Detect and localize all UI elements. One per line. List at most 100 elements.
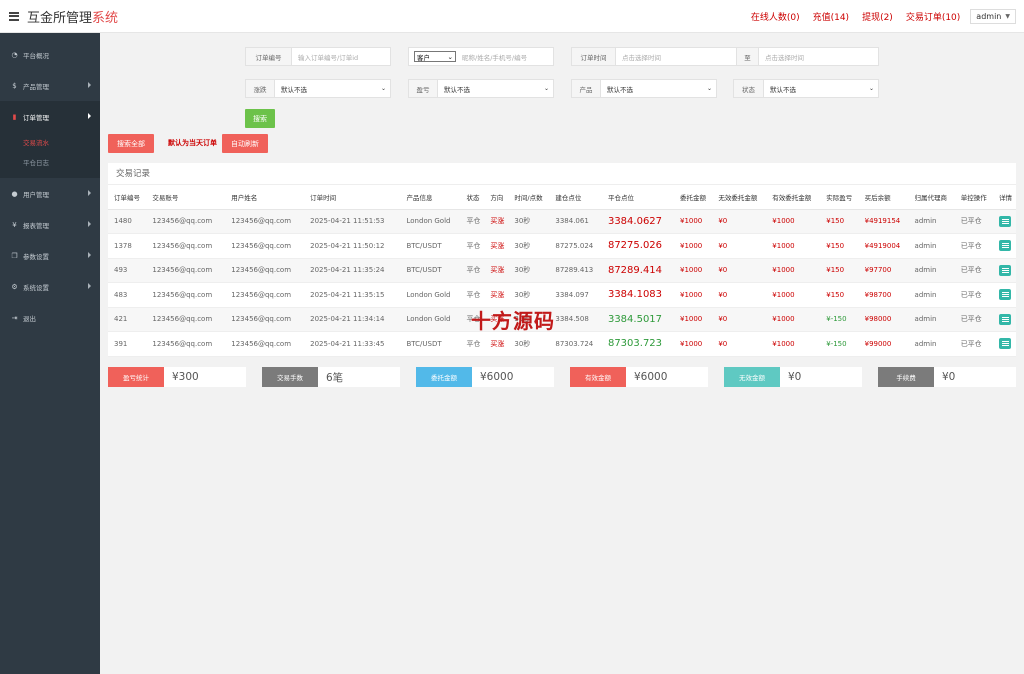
rise-fall-label: 涨跌	[246, 80, 275, 97]
cell-id: 421	[108, 307, 147, 332]
cell-invalid: ¥0	[712, 233, 767, 259]
detail-list-icon[interactable]	[999, 264, 1012, 276]
cell-detail	[993, 209, 1016, 234]
dollar-icon: $	[12, 81, 17, 90]
stat-fee: 手续费 ¥0	[878, 367, 1016, 387]
chevron-down-icon: ⌄	[868, 85, 874, 92]
cell-valid: ¥1000	[766, 282, 821, 308]
cell-open: 87289.413	[549, 258, 602, 283]
top-header: 互金所管理系统 在线人数(0) 充值(14) 提现(2) 交易订单(10) ad…	[0, 0, 1024, 33]
chevron-down-icon: ⌄	[447, 52, 453, 61]
order-time-start-input[interactable]: 点击选择时间	[616, 48, 736, 65]
sidebar-item-label: 用户管理	[23, 190, 49, 199]
stat-invalid-amount: 无效金额 ¥0	[724, 367, 862, 387]
rise-fall-select[interactable]: 默认不选 ⌄	[275, 80, 390, 97]
cell-close: 3384.0627	[601, 209, 674, 234]
withdraw-link[interactable]: 提现(2)	[862, 10, 893, 23]
profit-select[interactable]: 默认不选 ⌄	[438, 80, 553, 97]
detail-list-icon[interactable]	[999, 338, 1012, 350]
cell-valid: ¥1000	[766, 233, 821, 259]
table-row: 421 123456@qq.com 123456@qq.com 2025-04-21 …	[108, 307, 1016, 332]
yen-icon: ¥	[12, 220, 17, 229]
admin-dropdown[interactable]: admin ▼	[970, 9, 1016, 24]
cell-name: 123456@qq.com	[225, 282, 305, 308]
col-invalid-amount: 无效委托金额	[712, 185, 767, 210]
sidebar-item-users[interactable]: ● 用户管理	[0, 178, 100, 209]
sidebar-item-logout[interactable]: ⇥ 退出	[0, 302, 100, 333]
order-icon: ▮	[12, 112, 17, 121]
order-time-label: 订单时间	[572, 48, 616, 65]
cell-status: 平仓	[460, 331, 485, 357]
cell-direction: 买涨	[484, 331, 509, 357]
order-no-input[interactable]: 输入订单编号/订单id	[292, 48, 390, 65]
search-button[interactable]: 搜索	[245, 109, 275, 128]
subnav-close-log[interactable]: 平仓日志	[0, 152, 100, 172]
cell-direction: 买涨	[484, 258, 509, 283]
cell-period: 30秒	[508, 233, 550, 259]
sidebar-item-system[interactable]: ⚙ 系统设置	[0, 271, 100, 302]
cell-open: 87275.024	[549, 233, 602, 259]
recharge-link[interactable]: 充值(14)	[813, 10, 849, 23]
status-select[interactable]: 默认不选 ⌄	[764, 80, 878, 97]
table-header-row: 订单编号 交易账号 用户姓名 订单时间 产品信息 状态 方向 时间/点数 建仓点…	[108, 185, 1016, 210]
cell-pnl: ¥-150	[820, 307, 859, 332]
detail-list-icon[interactable]	[999, 313, 1012, 325]
detail-list-icon[interactable]	[999, 240, 1012, 252]
stat-value: ¥0	[942, 371, 956, 383]
col-control: 单控操作	[954, 185, 994, 210]
sidebar-item-label: 平台概况	[23, 51, 49, 60]
profit-value: 默认不选	[444, 85, 470, 94]
order-time-end-filter: 至 点击选择时间	[736, 47, 879, 66]
cell-product: London Gold	[400, 209, 461, 234]
cell-balance: ¥98700	[858, 282, 909, 308]
subnav-trade-flow[interactable]: 交易流水	[0, 132, 100, 152]
sidebar-item-params[interactable]: ❐ 参数设置	[0, 240, 100, 271]
cell-product: BTC/USDT	[400, 233, 461, 259]
header-links: 在线人数(0) 充值(14) 提现(2) 交易订单(10) admin ▼	[738, 0, 1016, 33]
sidebar-item-overview[interactable]: ◔ 平台概况	[0, 39, 100, 70]
cell-time: 2025-04-21 11:35:15	[304, 282, 401, 308]
cell-pnl: ¥150	[820, 282, 859, 308]
col-agent: 归属代理商	[908, 185, 955, 210]
cell-id: 483	[108, 282, 147, 308]
stat-label: 手续费	[878, 367, 934, 387]
cell-pnl: ¥150	[820, 209, 859, 234]
cell-account: 123456@qq.com	[146, 307, 226, 332]
stat-label: 盈亏统计	[108, 367, 164, 387]
detail-list-icon[interactable]	[999, 289, 1012, 301]
cell-invalid: ¥0	[712, 307, 767, 332]
profit-filter: 盈亏 默认不选 ⌄	[408, 79, 554, 98]
cell-control: 已平仓	[954, 233, 994, 259]
online-users-link[interactable]: 在线人数(0)	[751, 10, 800, 23]
cell-balance: ¥98000	[858, 307, 909, 332]
user-icon: ●	[11, 189, 18, 198]
dashboard-icon: ◔	[11, 50, 18, 59]
status-label: 状态	[734, 80, 764, 97]
detail-list-icon[interactable]	[999, 215, 1012, 227]
cell-open: 3384.061	[549, 209, 602, 234]
sidebar-item-orders[interactable]: ▮ 订单管理	[0, 101, 100, 132]
search-all-button[interactable]: 搜索全部	[108, 134, 154, 153]
sidebar-item-label: 订单管理	[23, 113, 49, 122]
sidebar-item-reports[interactable]: ¥ 报表管理	[0, 209, 100, 240]
cell-pnl: ¥150	[820, 233, 859, 259]
auto-refresh-button[interactable]: 自动刷新	[222, 134, 268, 153]
col-pnl: 实际盈亏	[820, 185, 859, 210]
order-time-end-input[interactable]: 点击选择时间	[759, 48, 878, 65]
customer-input[interactable]: 昵称/姓名/手机号/编号	[459, 48, 553, 65]
gears-icon: ⚙	[11, 282, 18, 291]
cell-amount: ¥1000	[673, 331, 713, 357]
sidebar-item-label: 产品管理	[23, 82, 49, 91]
cell-balance: ¥97700	[858, 258, 909, 283]
trade-orders-link[interactable]: 交易订单(10)	[906, 10, 960, 23]
hamburger-menu-icon[interactable]	[9, 11, 19, 21]
table-row: 1480 123456@qq.com 123456@qq.com 2025-04-21…	[108, 209, 1016, 234]
customer-type-select[interactable]: 客户 ⌄	[414, 51, 456, 62]
cell-status: 平仓	[460, 258, 485, 283]
sidebar-item-products[interactable]: $ 产品管理	[0, 70, 100, 101]
product-select[interactable]: 默认不选 ⌄	[601, 80, 716, 97]
cell-close: 3384.1083	[601, 282, 674, 308]
cell-agent: admin	[908, 331, 955, 357]
stat-entrust-amount: 委托金额 ¥6000	[416, 367, 554, 387]
cell-account: 123456@qq.com	[146, 258, 226, 283]
